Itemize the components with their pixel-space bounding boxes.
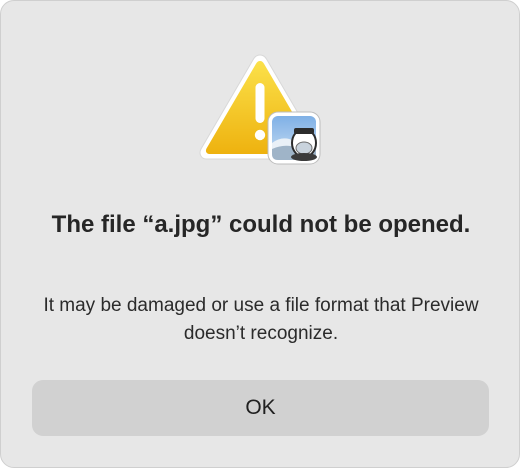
alert-dialog: The file “a.jpg” could not be opened. It…: [0, 0, 520, 468]
preview-app-icon: [267, 111, 321, 165]
alert-title: The file “a.jpg” could not be opened.: [51, 211, 471, 238]
warning-triangle-icon: [199, 54, 321, 165]
alert-message: It may be damaged or use a file format t…: [43, 295, 479, 344]
ok-button[interactable]: OK: [32, 380, 489, 436]
alert-icon-group: [199, 53, 323, 169]
